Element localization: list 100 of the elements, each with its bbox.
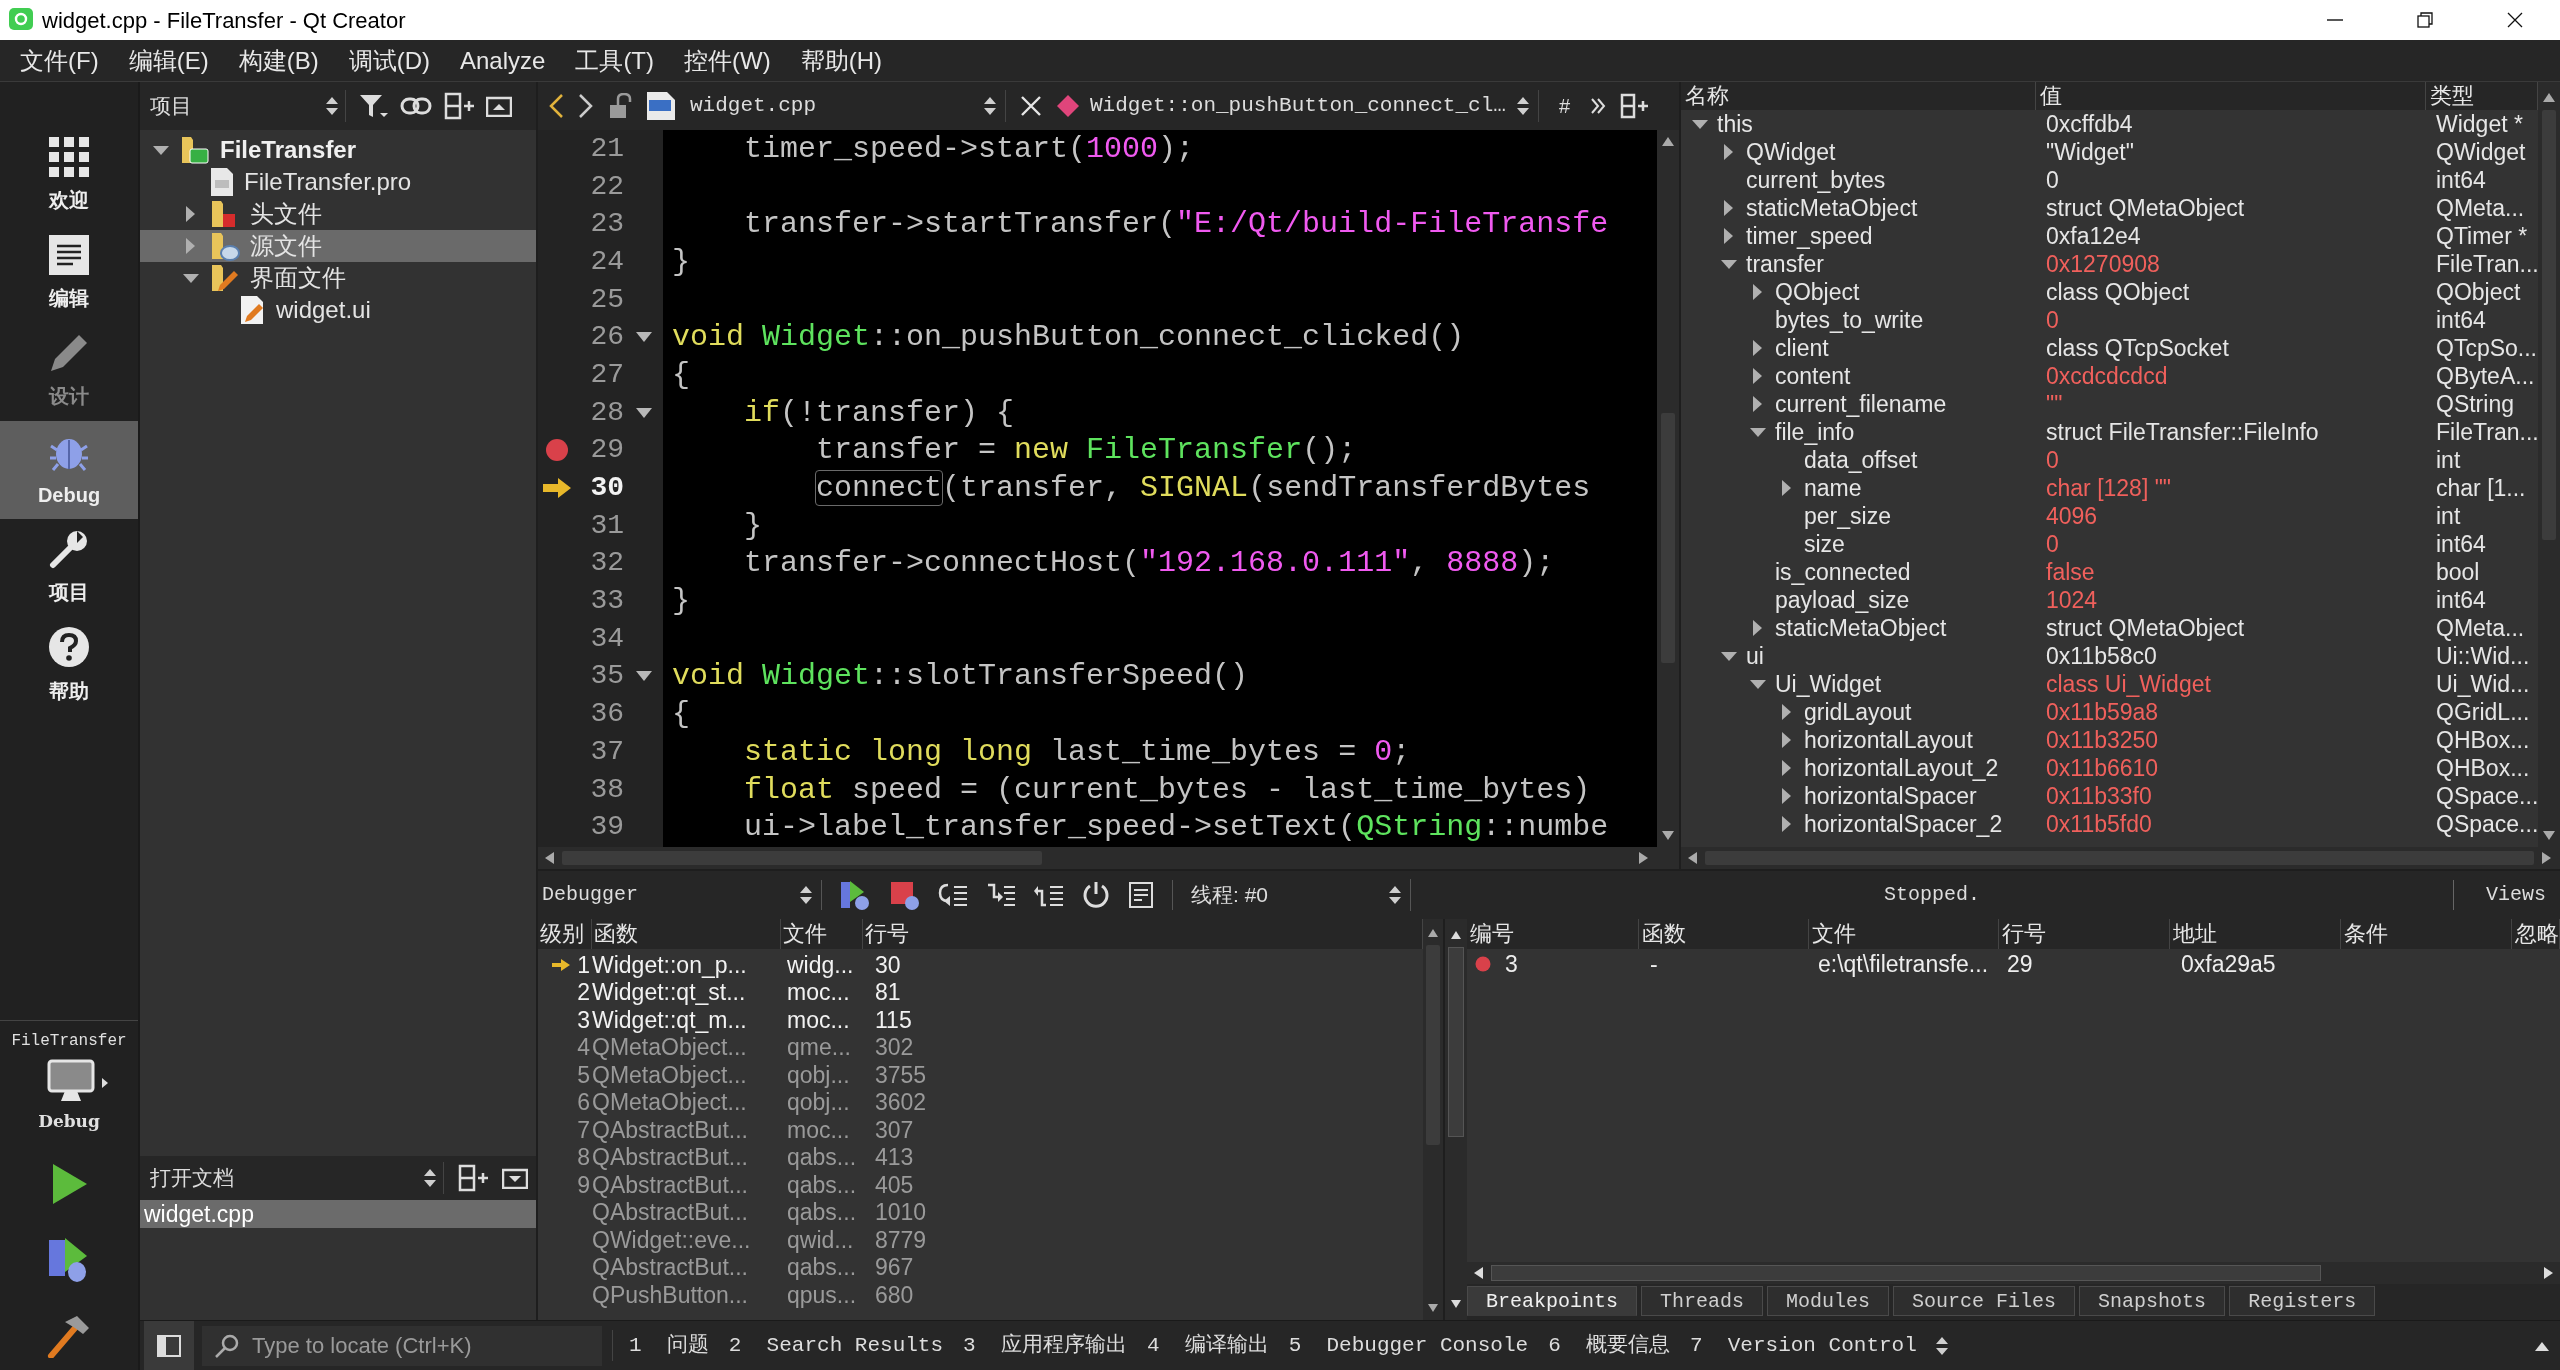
breakpoint-icon[interactable] [545, 438, 569, 463]
close-icon[interactable] [1020, 95, 1042, 117]
debugger-tab[interactable]: Snapshots [2079, 1286, 2226, 1316]
forward-icon[interactable] [578, 93, 594, 119]
scroll-down-icon[interactable] [1449, 1298, 1463, 1310]
build-button[interactable] [47, 1314, 91, 1358]
step-into-icon[interactable] [986, 881, 1016, 909]
stack-frame-row[interactable]: 5QMetaObject... qobj... 3755 [538, 1061, 1423, 1089]
step-over-icon[interactable] [938, 881, 968, 909]
fold-arrow-icon[interactable] [634, 331, 653, 344]
menu-item[interactable]: 构建(B) [226, 42, 331, 79]
menu-item[interactable]: 控件(W) [672, 42, 783, 79]
fold-arrow-icon[interactable] [634, 406, 653, 419]
restart-icon[interactable] [1082, 881, 1110, 909]
stack-frame-row[interactable]: 6QMetaObject... qobj... 3602 [538, 1088, 1423, 1116]
variable-value: 4096 [2045, 501, 2099, 531]
variable-name: this [1717, 109, 1753, 139]
kit-selector[interactable]: FileTransfer Debug [0, 1019, 138, 1142]
stack-frame-row[interactable]: 9QAbstractBut... qabs... 405 [538, 1171, 1423, 1199]
stack-frame-row[interactable]: 4QMetaObject... qme... 302 [538, 1033, 1423, 1061]
column-header[interactable]: 名称 [1681, 82, 2036, 110]
column-header[interactable]: 编号 [1467, 919, 1640, 949]
filter-icon[interactable] [358, 93, 388, 119]
stack-frame-row[interactable]: 2Widget::qt_st... moc... 81 [538, 978, 1423, 1006]
scroll-down-icon[interactable] [1426, 1302, 1440, 1314]
output-pane-button[interactable]: 1 问题 [619, 1329, 719, 1362]
stack-frame-row[interactable]: 8QAbstractBut... qabs... 413 [538, 1143, 1423, 1171]
views-button[interactable]: Views [2472, 880, 2560, 910]
locator-field[interactable]: Type to locate (Ctrl+K) [202, 1325, 602, 1366]
column-header[interactable]: 忽略 [2512, 919, 2560, 949]
column-header[interactable]: 地址 [2170, 919, 2341, 949]
tree-item[interactable]: 界面文件 [140, 262, 536, 294]
mode-button[interactable]: Debug [0, 421, 138, 519]
output-pane-button[interactable]: 3 应用程序输出 [953, 1329, 1137, 1362]
tree-item[interactable]: FileTransfer.pro [140, 166, 536, 198]
stack-frame-row[interactable]: QPushButton... qpus... 680 [538, 1281, 1423, 1309]
output-pane-button[interactable]: 5 Debugger Console [1278, 1329, 1539, 1362]
debugger-tab[interactable]: Source Files [1893, 1286, 2076, 1316]
scrollbar-thumb[interactable] [1491, 1265, 2321, 1281]
variable-type: int [2435, 501, 2462, 531]
mode-button[interactable]: 项目 [0, 519, 138, 617]
stop-icon[interactable] [890, 880, 920, 910]
tree-item[interactable]: FileTransfer [140, 134, 536, 166]
fold-arrow-icon[interactable] [634, 670, 653, 683]
output-pane-button[interactable]: 7 Version Control [1679, 1329, 1927, 1362]
mode-button[interactable]: 编辑 [0, 225, 138, 323]
output-pane-button[interactable]: 6 概要信息 [1538, 1329, 1680, 1362]
stack-frame-row[interactable]: QAbstractBut... qabs... 967 [538, 1253, 1423, 1281]
column-header[interactable]: 级别 [538, 919, 592, 949]
hash-button[interactable]: # [1552, 91, 1576, 121]
column-header[interactable]: 行号 [1998, 919, 2171, 949]
back-icon[interactable] [548, 93, 564, 119]
close-panel-icon[interactable] [502, 1167, 528, 1189]
output-pane-button[interactable]: 2 Search Results [718, 1329, 954, 1362]
breakpoint-row[interactable]: 3 - e:\qt\filetransfe... 29 0xfa29a5 [1467, 949, 2560, 979]
tree-item[interactable]: 头文件 [140, 198, 536, 230]
scrollbar-thumb[interactable] [1448, 947, 1464, 1137]
link-icon[interactable] [400, 96, 432, 116]
stack-frame-row[interactable]: 7QAbstractBut... moc... 307 [538, 1116, 1423, 1144]
symbol-selector[interactable]: Widget::on_pushButton_connect_cl… [1056, 90, 1539, 122]
column-header[interactable]: 文件 [1808, 919, 1999, 949]
more-icon[interactable] [1590, 97, 1606, 115]
menu-item[interactable]: 文件(F) [8, 42, 111, 79]
mode-button[interactable]: 欢迎 [0, 127, 138, 225]
thread-selector[interactable]: 线程: #0 [1191, 879, 1411, 911]
mode-button[interactable]: 帮助 [0, 617, 138, 715]
operate-by-instruction-icon[interactable] [1128, 881, 1154, 909]
stack-frame-row[interactable]: 3Widget::qt_m... moc... 115 [538, 1006, 1423, 1034]
tree-item[interactable]: 源文件 [140, 230, 536, 262]
column-header[interactable]: 条件 [2340, 919, 2512, 949]
menu-item[interactable]: 调试(D) [336, 42, 442, 79]
stack-frame-row[interactable]: 1Widget::on_p... widg... 30 [538, 951, 1423, 979]
column-header[interactable]: 文件 [781, 919, 863, 949]
menu-item[interactable]: 帮助(H) [788, 42, 894, 79]
column-header[interactable]: 函数 [1639, 919, 1809, 949]
stack-frame-row[interactable]: QAbstractBut... qabs... 1010 [538, 1198, 1423, 1226]
column-header[interactable]: 函数 [592, 919, 781, 949]
document-item[interactable]: widget.cpp [140, 1200, 536, 1228]
debugger-tab[interactable]: Breakpoints [1467, 1286, 1638, 1316]
engine-selector[interactable]: Debugger [542, 880, 822, 910]
menu-item[interactable]: 编辑(E) [116, 42, 221, 79]
tree-item[interactable]: widget.ui [140, 294, 536, 326]
menu-item[interactable]: Analyze [448, 42, 558, 79]
debugger-tab[interactable]: Threads [1641, 1286, 1764, 1316]
toggle-sidebar-button[interactable] [144, 1320, 194, 1370]
menu-item[interactable]: 工具(T) [563, 42, 667, 79]
scroll-up-icon[interactable] [1449, 929, 1463, 941]
output-pane-button[interactable]: 4 编译输出 [1136, 1329, 1279, 1362]
continue-icon[interactable] [840, 880, 872, 910]
split-icon[interactable] [458, 1164, 488, 1192]
debugger-tab[interactable]: Registers [2229, 1286, 2376, 1316]
stack-frame-row[interactable]: QWidget::eve... qwid... 8779 [538, 1226, 1423, 1254]
split-icon[interactable] [444, 92, 474, 120]
split-icon[interactable] [1620, 93, 1648, 119]
file-selector[interactable]: widget.cpp [646, 90, 1006, 122]
scroll-up-icon[interactable] [1426, 927, 1440, 939]
code-line: } [672, 244, 690, 279]
close-panel-icon[interactable] [486, 95, 512, 117]
column-header[interactable]: 值 [2036, 82, 2426, 110]
debugger-tab[interactable]: Modules [1767, 1286, 1890, 1316]
